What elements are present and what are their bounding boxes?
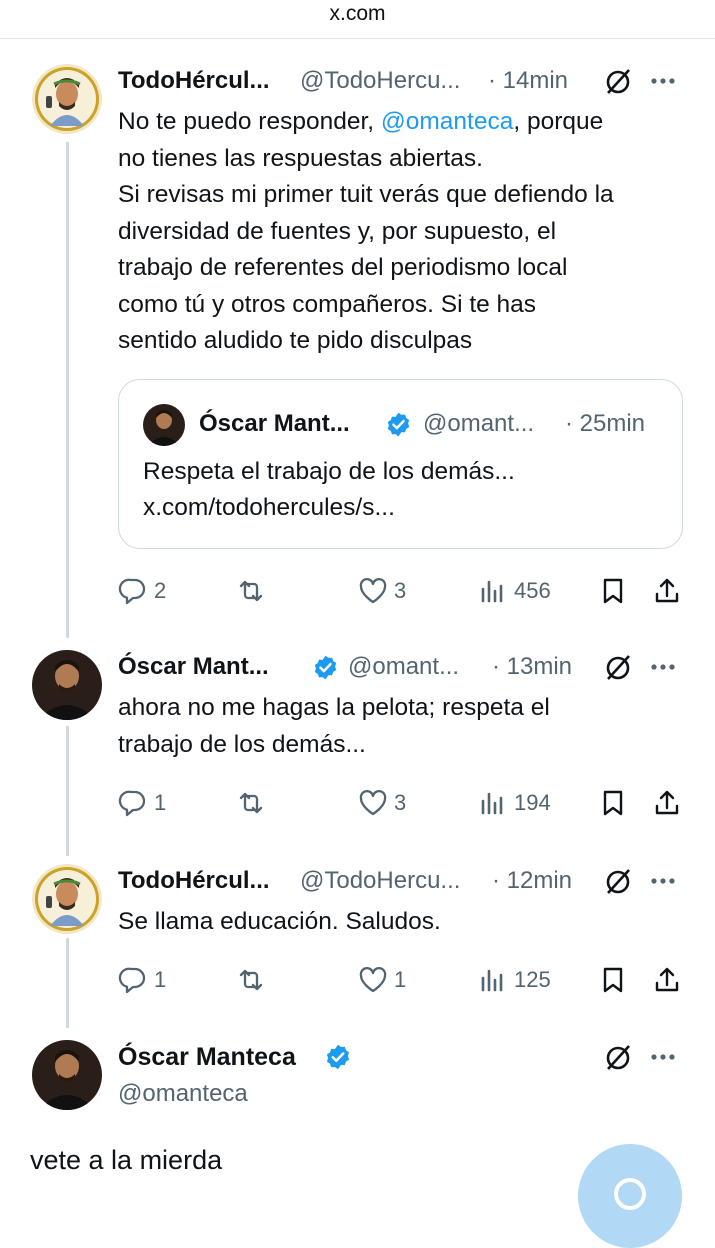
compose-icon	[614, 1178, 646, 1210]
text-line: no tienes las respuestas abiertas.	[118, 144, 483, 172]
verified-badge-icon	[326, 1044, 350, 1070]
author-name[interactable]: Óscar Mant...	[118, 650, 269, 684]
reply-count: 1	[154, 790, 167, 815]
text-line: Si revisas mi primer tuit verás que defi…	[118, 181, 614, 208]
thread-line	[66, 726, 69, 856]
tweet-actions: 1 3 194	[118, 786, 688, 820]
text-line: No te puedo responder, @omanteca, porque	[118, 108, 604, 135]
tweet-actions: 1 1 125	[118, 963, 688, 997]
quoted-handle: @omant...	[423, 410, 535, 437]
avatar[interactable]	[32, 64, 102, 134]
like-icon	[359, 578, 387, 604]
like-count: 3	[394, 578, 407, 603]
grok-icon[interactable]	[603, 652, 633, 682]
timestamp[interactable]: · 14min	[488, 64, 568, 98]
bookmark-icon	[603, 967, 623, 993]
reply-count: 1	[154, 967, 167, 992]
grok-icon[interactable]	[603, 66, 633, 96]
views-count: 194	[514, 790, 551, 815]
compose-fab-button[interactable]	[578, 1144, 682, 1248]
address-bar[interactable]: x.com	[0, 0, 715, 39]
text-line: sentido aludido te pido disculpas	[118, 327, 473, 354]
share-icon	[655, 790, 679, 815]
timestamp[interactable]: · 12min	[492, 864, 572, 898]
text-line: trabajo de los demás...	[118, 730, 366, 758]
quoted-link: x.com/todohercules/s...	[143, 494, 395, 521]
views-count: 456	[514, 578, 551, 603]
reply-count: 2	[154, 578, 167, 603]
tweet-header: Óscar Mant... @omant... · 13min	[118, 650, 693, 684]
bookmark-icon	[603, 578, 623, 604]
more-icon[interactable]	[648, 866, 678, 896]
text-line: como tú y otros compañeros. Si te has	[118, 290, 537, 318]
views-icon	[481, 792, 503, 815]
thread-line	[66, 142, 69, 638]
grok-icon[interactable]	[603, 866, 633, 896]
reply-icon	[118, 578, 146, 605]
text-line: trabajo de referentes del periodismo loc…	[118, 254, 568, 281]
repost-icon	[239, 792, 263, 814]
tweet-header: TodoHércul... @TodoHercu... · 12min	[118, 864, 693, 898]
repost-icon	[239, 580, 263, 602]
bookmark-icon	[603, 790, 623, 816]
reply-icon	[118, 967, 146, 994]
views-count: 125	[514, 967, 551, 992]
more-icon[interactable]	[648, 1042, 678, 1072]
share-icon	[655, 967, 679, 992]
like-icon	[359, 967, 387, 993]
main-tweet-text: vete a la mierda	[30, 1145, 223, 1175]
like-icon	[359, 790, 387, 816]
tweet-text: Se llama educación. Saludos.	[118, 904, 698, 941]
text-line: Se llama educación. Saludos.	[118, 908, 441, 935]
quoted-author-name: Óscar Mant...	[199, 410, 350, 437]
quoted-avatar	[143, 404, 185, 446]
share-icon	[655, 578, 679, 603]
author-name[interactable]: TodoHércul...	[118, 864, 270, 898]
text-line: Respeta el trabajo de los demás...	[143, 458, 515, 485]
avatar[interactable]	[32, 1040, 102, 1110]
quoted-tweet[interactable]: Óscar Mant... @omant... · 25min Respeta …	[118, 379, 683, 549]
author-name[interactable]: Óscar Manteca	[118, 1040, 296, 1074]
thread-line	[66, 938, 69, 1028]
views-icon	[481, 969, 503, 992]
views-icon	[481, 580, 503, 603]
author-handle[interactable]: @omant...	[348, 650, 459, 684]
quoted-text: Respeta el trabajo de los demás... x.com…	[143, 454, 663, 526]
avatar[interactable]	[32, 864, 102, 934]
verified-badge-icon	[314, 655, 337, 680]
tweet-header: TodoHércul... @TodoHercu... · 14min	[118, 64, 693, 98]
repost-icon	[239, 969, 263, 991]
reply-icon	[118, 790, 146, 817]
author-name[interactable]: TodoHércul...	[118, 64, 270, 98]
tweet-actions: 2 3 456	[118, 574, 688, 608]
author-handle[interactable]: @omanteca	[118, 1077, 248, 1111]
grok-icon[interactable]	[603, 1042, 633, 1072]
quoted-timestamp: · 25min	[565, 410, 646, 437]
tweet-text: No te puedo responder, @omanteca, porque…	[118, 104, 698, 360]
timestamp[interactable]: · 13min	[492, 650, 572, 684]
text-line: diversidad de fuentes y, por supuesto, e…	[118, 217, 557, 245]
tweet-text: ahora no me hagas la pelota; respeta el …	[118, 690, 698, 763]
mention-link[interactable]: @omanteca	[381, 108, 513, 135]
more-icon[interactable]	[648, 652, 678, 682]
url-text: x.com	[329, 2, 386, 25]
like-count: 3	[394, 790, 407, 815]
verified-badge-icon	[387, 412, 410, 437]
more-icon[interactable]	[648, 66, 678, 96]
author-handle[interactable]: @TodoHercu...	[300, 64, 460, 98]
text-line: ahora no me hagas la pelota; respeta el	[118, 694, 550, 721]
avatar[interactable]	[32, 650, 102, 720]
author-handle[interactable]: @TodoHercu...	[300, 864, 460, 898]
like-count: 1	[394, 967, 407, 992]
